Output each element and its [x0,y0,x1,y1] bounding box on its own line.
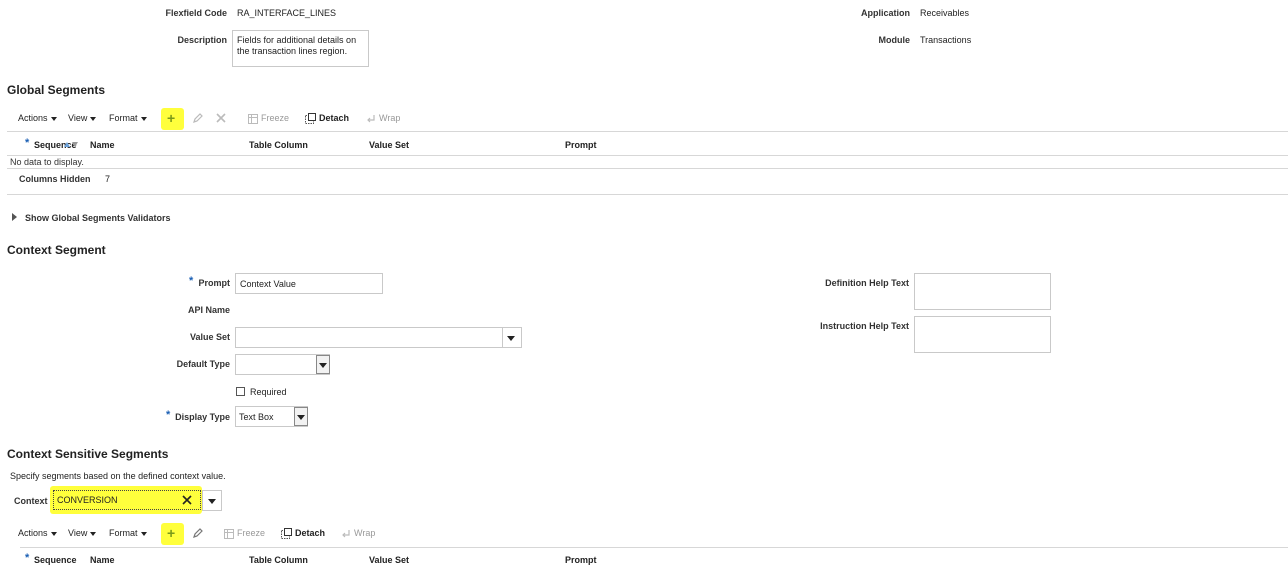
prompt-input-value: Context Value [240,279,296,289]
detach-icon [281,528,292,540]
add-icon: + [167,525,176,541]
actions-menu[interactable]: Actions [18,528,57,538]
pencil-icon [193,528,203,538]
column-header-prompt[interactable]: Prompt [565,140,597,150]
close-icon [182,495,192,505]
required-indicator: * [25,552,30,564]
application-label: Application [861,8,910,18]
definition-help-text-area[interactable] [914,273,1051,310]
application-value: Receivables [920,8,970,18]
wrap-button[interactable]: Wrap [341,528,375,539]
actions-menu[interactable]: Actions [18,113,57,123]
api-name-label: API Name [187,305,230,315]
display-type-label: Display Type [175,412,230,422]
columns-hidden-label: Columns Hidden [19,174,91,184]
definition-help-text-label: Definition Help Text [825,278,909,288]
context-sensitive-toolbar: Actions View Format + Freeze Detach Wrap [18,523,418,545]
default-type-label: Default Type [176,359,230,369]
context-sensitive-instruction: Specify segments based on the defined co… [10,471,226,481]
wrap-button[interactable]: Wrap [366,113,400,124]
column-header-name[interactable]: Name [90,140,115,150]
wrap-icon [342,529,350,538]
prompt-input[interactable]: Context Value [235,273,383,294]
detach-button[interactable]: Detach [305,113,349,125]
display-type-dropdown-button[interactable] [294,407,308,426]
context-input-value: CONVERSION [57,495,118,505]
edit-button[interactable] [192,112,204,124]
edit-button[interactable] [192,527,204,539]
context-sensitive-table-header: * Sequence Name Table Column Value Set P… [20,549,1280,569]
value-set-label: Value Set [189,332,230,342]
freeze-button[interactable]: Freeze [248,113,289,124]
wrap-icon [367,114,375,123]
table-top-border [7,131,1288,132]
flexfield-code-label: Flexfield Code [165,8,227,18]
global-segments-toolbar: Actions View Format + Freeze Detach Wrap [18,108,418,130]
clear-context-button[interactable] [182,495,192,505]
delete-button[interactable] [216,113,226,123]
display-type-value: Text Box [239,412,274,422]
context-dropdown-button[interactable] [202,490,222,511]
table-row-divider [7,168,1288,169]
chevron-down-icon [50,116,57,121]
chevron-down-icon [50,531,57,536]
column-header-name[interactable]: Name [90,555,115,565]
freeze-icon [248,113,258,124]
required-checkbox[interactable] [236,387,245,396]
global-segments-table-header: * Sequence Name Table Column Value Set P… [20,134,1280,154]
view-menu[interactable]: View [68,113,97,123]
chevron-down-icon [90,531,97,536]
expand-triangle-icon [12,213,17,221]
close-icon [216,113,226,123]
format-menu[interactable]: Format [109,528,147,538]
flexfield-code-value: RA_INTERFACE_LINES [237,8,337,18]
context-sensitive-segments-title: Context Sensitive Segments [7,447,169,461]
context-input[interactable]: CONVERSION [53,490,201,510]
sort-icon[interactable] [61,141,79,148]
table-bottom-border [7,194,1288,195]
value-set-select[interactable] [235,327,522,348]
column-header-sequence[interactable]: Sequence [34,555,77,565]
description-text: Fields for additional details on the tra… [237,35,357,56]
chevron-down-icon [90,116,97,121]
freeze-button[interactable]: Freeze [224,528,265,539]
header-bottom-border [7,155,1288,156]
column-header-table-column[interactable]: Table Column [249,555,308,565]
prompt-label: Prompt [198,278,231,288]
view-menu[interactable]: View [68,528,97,538]
column-header-table-column[interactable]: Table Column [249,140,308,150]
table-top-border [20,547,1288,548]
add-button[interactable]: + [161,108,184,130]
description-label: Description [177,35,227,45]
chevron-down-icon [208,499,216,504]
instruction-help-text-label: Instruction Help Text [820,321,909,331]
chevron-down-icon [507,336,515,341]
chevron-down-icon [140,116,147,121]
module-value: Transactions [920,35,972,45]
description-field[interactable]: Fields for additional details on the tra… [232,30,369,67]
detach-button[interactable]: Detach [281,528,325,540]
show-validators-label: Show Global Segments Validators [25,213,171,223]
value-set-dropdown-button[interactable] [502,328,522,347]
add-icon: + [167,110,176,126]
default-type-dropdown-button[interactable] [316,355,330,374]
column-header-value-set[interactable]: Value Set [369,555,409,565]
context-segment-title: Context Segment [7,243,106,257]
format-menu[interactable]: Format [109,113,147,123]
detach-icon [305,113,316,125]
columns-hidden-count: 7 [105,174,111,184]
add-button[interactable]: + [161,523,184,545]
instruction-help-text-area[interactable] [914,316,1051,353]
required-label: Required [250,387,287,397]
context-label: Context [14,496,48,506]
column-header-value-set[interactable]: Value Set [369,140,409,150]
chevron-down-icon [140,531,147,536]
pencil-icon [193,113,203,123]
global-segments-title: Global Segments [7,83,106,97]
freeze-icon [224,528,234,539]
column-header-prompt[interactable]: Prompt [565,555,597,565]
module-label: Module [878,35,911,45]
empty-table-message: No data to display. [10,157,84,167]
required-indicator: * [25,137,30,149]
